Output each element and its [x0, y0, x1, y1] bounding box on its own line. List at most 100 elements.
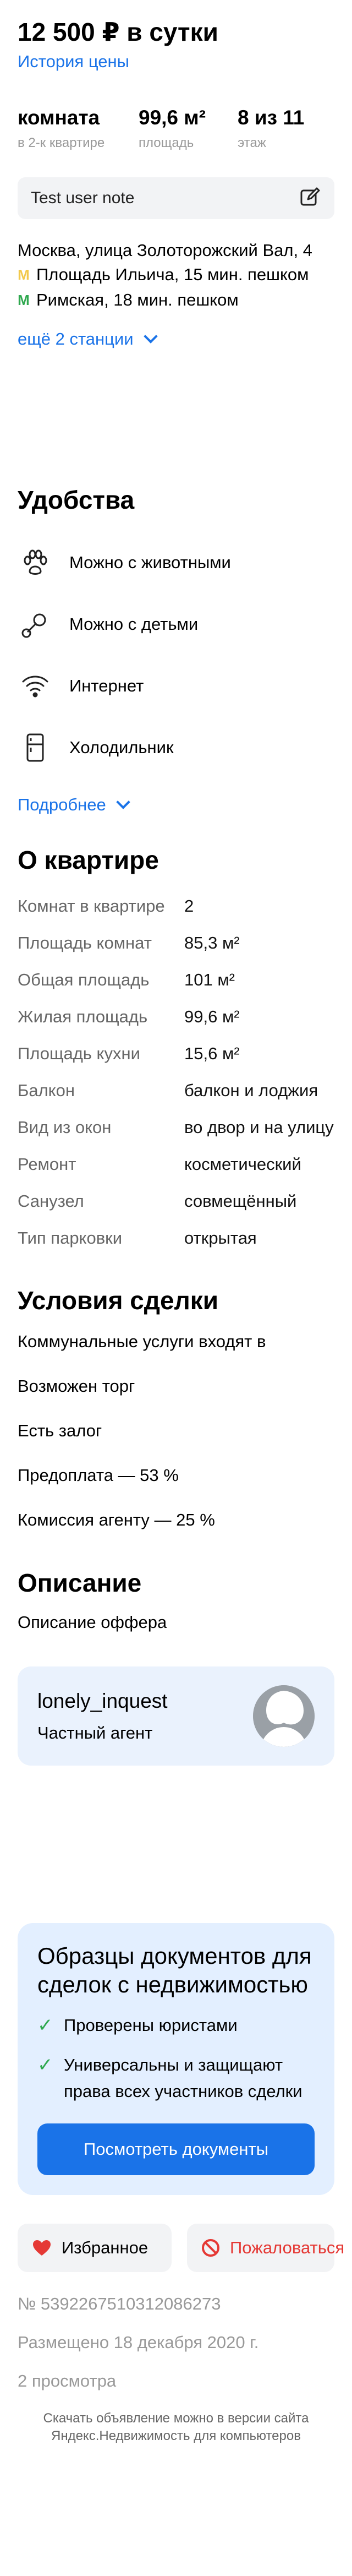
docs-feature-text: Проверены юристами	[64, 2016, 238, 2035]
row-key: Жилая площадь	[18, 1007, 148, 1026]
fridge-icon	[18, 730, 53, 765]
stat-value: 8 из 11	[238, 106, 305, 129]
apartment-row: Балкон балкон и лоджия	[18, 1072, 334, 1109]
action-buttons: Избранное Пожаловаться	[18, 2224, 344, 2272]
apartment-section: О квартире Комнат в квартире 2 Площадь ко…	[0, 845, 352, 1256]
amenity-label: Можно с животными	[69, 553, 231, 572]
row-value: открытая	[184, 1228, 257, 1248]
published-date: Размещено 18 декабря 2020 г.	[18, 2333, 259, 2352]
apartment-title: О квартире	[18, 846, 159, 874]
apartment-row: Общая площадь 101 м²	[18, 961, 334, 998]
price-title: 12 500 ₽ в сутки	[18, 18, 218, 46]
price-block: 12 500 ₽ в сутки История цены комната в …	[0, 0, 352, 151]
agent-card[interactable]: lonely_inquest Частный агент	[18, 1666, 334, 1766]
complain-label: Пожаловаться	[230, 2238, 345, 2257]
deal-item: Коммунальные услуги входят в	[18, 1332, 266, 1351]
agent-role: Частный агент	[37, 1723, 153, 1742]
row-key: Общая площадь	[18, 970, 150, 989]
row-value: 101 м²	[184, 970, 235, 989]
agent-name: lonely_inquest	[37, 1690, 168, 1712]
amenities-more-link[interactable]: Подробнее	[18, 795, 334, 815]
metro-station: M Площадь Ильича, 15 мин. пешком	[18, 262, 334, 287]
docs-feature: ✓ Проверены юристами	[37, 2012, 315, 2039]
heart-icon	[32, 2239, 52, 2257]
stat-label: в 2-к квартире	[18, 135, 105, 150]
ban-icon	[201, 2239, 220, 2257]
paw-icon	[18, 545, 53, 580]
edit-icon[interactable]	[299, 186, 321, 211]
apartment-row: Площадь комнат 85,3 м²	[18, 924, 334, 961]
metro-station-text: Римская, 18 мин. пешком	[36, 290, 239, 309]
row-value: 85,3 м²	[184, 933, 240, 952]
description-text: Описание оффера	[18, 1613, 167, 1632]
amenities-more-label: Подробнее	[18, 795, 106, 814]
row-key: Санузел	[18, 1191, 84, 1211]
more-stations-link[interactable]: ещё 2 станции	[18, 329, 334, 349]
favorite-label: Избранное	[62, 2238, 148, 2257]
pacifier-icon	[18, 607, 53, 642]
deal-title: Условия сделки	[18, 1286, 219, 1315]
deal-section: Условия сделки Коммунальные услуги входя…	[0, 1285, 352, 1542]
view-documents-button[interactable]: Посмотреть документы	[37, 2123, 315, 2175]
docs-feature-text: Универсальны и защищают права всех участ…	[64, 2055, 302, 2101]
stat-label: площадь	[139, 135, 194, 150]
amenity-item: Можно с животными	[18, 532, 334, 593]
amenity-label: Холодильник	[69, 738, 174, 757]
deal-item: Предоплата — 53 %	[18, 1466, 179, 1485]
row-value: балкон и лоджия	[184, 1081, 318, 1100]
row-value: 2	[184, 896, 194, 916]
desktop-download-note: Скачать объявление можно в версии сайта …	[43, 2411, 309, 2443]
row-value: 15,6 м²	[184, 1044, 240, 1063]
favorite-button[interactable]: Избранное	[18, 2224, 172, 2272]
user-note[interactable]: Test user note	[18, 177, 334, 219]
deal-item: Комиссия агенту — 25 %	[18, 1510, 215, 1529]
description-section: Описание Описание оффера	[0, 1567, 352, 1632]
apartment-row: Вид из окон во двор и на улицу	[18, 1109, 334, 1146]
row-key: Комнат в квартире	[18, 896, 165, 916]
chevron-down-icon	[143, 329, 158, 344]
apartment-row: Жилая площадь 99,6 м²	[18, 998, 334, 1035]
row-value: во двор и на улицу	[184, 1118, 334, 1137]
offer-page: 12 500 ₽ в сутки История цены комната в …	[0, 0, 352, 2445]
row-key: Балкон	[18, 1081, 75, 1100]
wifi-icon	[18, 668, 53, 704]
price-history-link[interactable]: История цены	[18, 52, 334, 72]
more-stations-label: ещё 2 станции	[18, 329, 134, 348]
apartment-row: Площадь кухни 15,6 м²	[18, 1035, 334, 1072]
apartment-row: Ремонт косметический	[18, 1146, 334, 1183]
row-key: Вид из окон	[18, 1118, 112, 1137]
complain-button[interactable]: Пожаловаться	[187, 2224, 344, 2272]
views-count: 2 просмотра	[18, 2371, 117, 2390]
metro-station: M Римская, 18 мин. пешком	[18, 287, 334, 313]
amenities-title: Удобства	[18, 486, 135, 514]
row-key: Площадь кухни	[18, 1044, 140, 1063]
amenity-label: Интернет	[69, 676, 144, 695]
agent-section: lonely_inquest Частный агент	[0, 1666, 352, 1766]
amenity-item: Интернет	[18, 655, 334, 717]
docs-title: Образцы документов для сделок с недвижим…	[37, 1943, 312, 1997]
avatar	[253, 1685, 315, 1747]
amenity-item: Холодильник	[18, 717, 334, 778]
deal-item: Возможен торг	[18, 1376, 135, 1396]
apartment-row: Санузел совмещённый	[18, 1183, 334, 1219]
row-value: косметический	[184, 1154, 301, 1174]
metro-icon: M	[18, 292, 30, 308]
checkmark-icon: ✓	[37, 2015, 53, 2036]
metro-icon: M	[18, 266, 30, 283]
stat-type: комната в 2-к квартире	[18, 106, 122, 151]
amenities-section: Удобства Можно с животными Можно с детьм…	[0, 484, 352, 815]
address: Москва, улица Золоторожский Вал, 4	[18, 241, 312, 260]
amenity-label: Можно с детьми	[69, 614, 199, 634]
stat-value: 99,6 м²	[139, 106, 206, 129]
amenity-item: Можно с детьми	[18, 593, 334, 655]
docs-card: Образцы документов для сделок с недвижим…	[18, 1923, 334, 2195]
stat-floor: 8 из 11 этаж	[238, 106, 304, 151]
docs-feature: ✓ Универсальны и защищают права всех уча…	[37, 2052, 315, 2105]
chevron-down-icon	[116, 795, 130, 809]
row-value: 99,6 м²	[184, 1007, 240, 1026]
row-key: Ремонт	[18, 1154, 76, 1174]
meta-block: № 5392267510312086273 Размещено 18 декаб…	[0, 2292, 352, 2393]
stat-label: этаж	[238, 135, 266, 150]
row-value: совмещённый	[184, 1191, 297, 1211]
apartment-row: Комнат в квартире 2	[18, 887, 334, 924]
